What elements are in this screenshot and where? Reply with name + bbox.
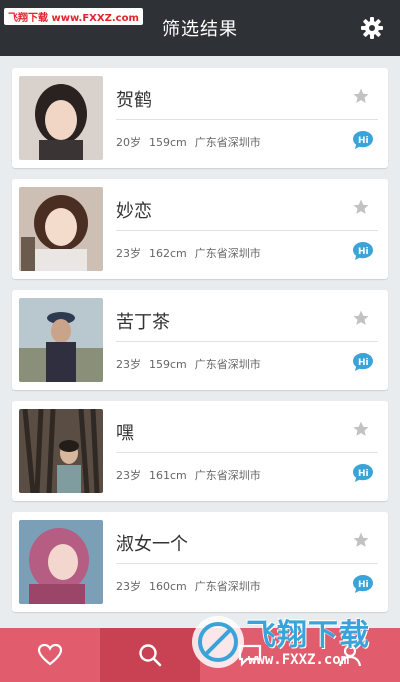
chat-hi-icon[interactable]: Hi: [352, 241, 374, 261]
brand-watermark: 飞翔下载 www.FXXZ.com: [186, 600, 396, 682]
result-age: 23岁: [116, 469, 141, 482]
result-location: 广东省深圳市: [194, 136, 261, 149]
avatar[interactable]: [19, 76, 103, 160]
result-card[interactable]: 嘿 23岁 161cm 广东省深圳市 Hi: [12, 401, 388, 501]
result-location: 广东省深圳市: [194, 469, 261, 482]
svg-text:Hi: Hi: [358, 469, 369, 479]
result-height: 159cm: [149, 136, 187, 149]
result-name: 苦丁茶: [116, 312, 170, 333]
result-card[interactable]: 妙恋 23岁 162cm 广东省深圳市 Hi: [12, 179, 388, 279]
result-age: 23岁: [116, 358, 141, 371]
brand-url: www.FXXZ.com: [248, 652, 350, 668]
result-card[interactable]: 淑女一个 23岁 160cm 广东省深圳市 Hi: [12, 512, 388, 612]
result-info: 20岁 159cm 广东省深圳市: [116, 134, 269, 150]
divider: [116, 452, 378, 453]
result-height: 161cm: [149, 469, 187, 482]
star-icon[interactable]: [352, 531, 370, 549]
watermark-label: 飞翔下载 www.FXXZ.com: [4, 8, 143, 25]
result-age: 20岁: [116, 136, 141, 149]
result-name: 贺鹤: [116, 90, 152, 111]
result-age: 23岁: [116, 247, 141, 260]
tab-search[interactable]: [100, 628, 200, 682]
result-name: 淑女一个: [116, 534, 188, 555]
divider: [116, 230, 378, 231]
divider: [116, 341, 378, 342]
result-name: 嘿: [116, 423, 134, 444]
result-info: 23岁 160cm 广东省深圳市: [116, 578, 269, 594]
result-height: 160cm: [149, 580, 187, 593]
result-age: 23岁: [116, 580, 141, 593]
avatar[interactable]: [19, 409, 103, 493]
search-icon: [139, 644, 162, 667]
divider: [116, 119, 378, 120]
star-icon[interactable]: [352, 87, 370, 105]
page-title: 筛选结果: [162, 19, 238, 40]
header-bar: 飞翔下载 www.FXXZ.com 筛选结果: [0, 0, 400, 56]
svg-text:Hi: Hi: [358, 358, 369, 368]
svg-text:Hi: Hi: [358, 580, 369, 590]
result-info: 23岁 162cm 广东省深圳市: [116, 245, 269, 261]
gear-icon[interactable]: [360, 16, 384, 40]
result-location: 广东省深圳市: [194, 580, 261, 593]
avatar[interactable]: [19, 298, 103, 382]
result-info: 23岁 159cm 广东省深圳市: [116, 356, 269, 372]
result-name: 妙恋: [116, 201, 152, 222]
result-info: 23岁 161cm 广东省深圳市: [116, 467, 269, 483]
chat-hi-icon[interactable]: Hi: [352, 352, 374, 372]
result-location: 广东省深圳市: [194, 247, 261, 260]
chat-hi-icon[interactable]: Hi: [352, 130, 374, 150]
result-card[interactable]: 苦丁茶 23岁 159cm 广东省深圳市 Hi: [12, 290, 388, 390]
heart-icon: [37, 643, 63, 666]
avatar[interactable]: [19, 187, 103, 271]
star-icon[interactable]: [352, 420, 370, 438]
result-height: 159cm: [149, 358, 187, 371]
star-icon[interactable]: [352, 309, 370, 327]
avatar[interactable]: [19, 520, 103, 604]
svg-text:Hi: Hi: [358, 136, 369, 146]
divider: [116, 563, 378, 564]
result-height: 162cm: [149, 247, 187, 260]
results-list: 贺鹤 20岁 159cm 广东省深圳市 Hi 妙恋 23岁 162cm 广东省深圳市: [12, 68, 388, 623]
result-location: 广东省深圳市: [194, 358, 261, 371]
result-card[interactable]: 贺鹤 20岁 159cm 广东省深圳市 Hi: [12, 68, 388, 168]
svg-text:Hi: Hi: [358, 247, 369, 257]
star-icon[interactable]: [352, 198, 370, 216]
chat-hi-icon[interactable]: Hi: [352, 463, 374, 483]
chat-hi-icon[interactable]: Hi: [352, 574, 374, 594]
tab-favorites[interactable]: [0, 628, 100, 682]
brand-logo-icon: [192, 616, 244, 668]
brand-name: 飞翔下载: [246, 618, 370, 653]
